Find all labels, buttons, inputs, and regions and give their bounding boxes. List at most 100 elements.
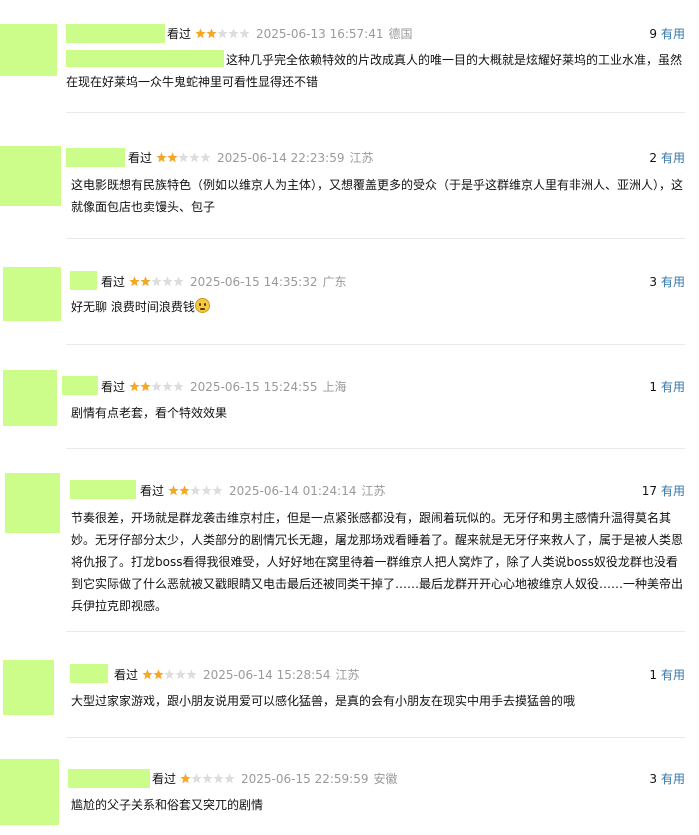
watched-label: 看过 xyxy=(101,275,126,289)
star-icon xyxy=(162,276,173,287)
star-icon xyxy=(168,485,179,496)
avatar[interactable] xyxy=(3,660,54,715)
embarrassed-face-emoji-icon xyxy=(194,298,210,313)
review-meta: 看过 2025-06-14 01:24:14 江苏 xyxy=(140,481,385,500)
username[interactable] xyxy=(66,148,125,167)
star-icon xyxy=(206,28,217,39)
star-icon xyxy=(178,152,189,163)
star-icon xyxy=(191,773,202,784)
star-icon xyxy=(156,152,167,163)
star-icon xyxy=(151,381,162,392)
star-icon xyxy=(173,276,184,287)
useful-button[interactable]: 有用 xyxy=(661,378,685,395)
useful-vote: 3 有用 xyxy=(649,272,685,291)
useful-button[interactable]: 有用 xyxy=(661,770,685,787)
star-icon xyxy=(151,276,162,287)
avatar[interactable] xyxy=(3,267,61,321)
review-meta: 看过 2025-06-13 16:57:41 德国 xyxy=(167,24,412,43)
review-text: 好无聊 浪费时间浪费钱 xyxy=(71,300,195,314)
review-time: 2025-06-14 01:24:14 xyxy=(229,483,357,498)
divider xyxy=(66,112,685,113)
useful-vote: 1 有用 xyxy=(649,377,685,396)
review-location: 德国 xyxy=(388,27,413,41)
review-location: 江苏 xyxy=(349,151,374,165)
review-text: 节奏很差，开场就是群龙袭击维京村庄，但是一点紧张感都没有，跟闹着玩似的。无牙仔和… xyxy=(71,511,684,613)
avatar[interactable] xyxy=(5,473,60,533)
rating-stars xyxy=(129,276,184,287)
rating-stars xyxy=(168,485,223,496)
star-icon xyxy=(228,28,239,39)
useful-count: 3 xyxy=(649,771,657,786)
review-content: 这种几乎完全依赖特效的片改成真人的唯一目的大概就是炫耀好莱坞的工业水准，虽然在现… xyxy=(66,49,686,93)
useful-count: 1 xyxy=(649,379,657,394)
star-icon xyxy=(202,773,213,784)
avatar[interactable] xyxy=(3,370,57,426)
review-time: 2025-06-13 16:57:41 xyxy=(256,26,384,41)
useful-button[interactable]: 有用 xyxy=(661,482,685,499)
star-icon xyxy=(213,773,224,784)
review-location: 安徽 xyxy=(373,772,398,786)
rating-stars xyxy=(180,773,235,784)
review-text: 尴尬的父子关系和俗套又突兀的剧情 xyxy=(71,798,264,812)
star-icon xyxy=(179,485,190,496)
useful-count: 17 xyxy=(641,483,657,498)
useful-button[interactable]: 有用 xyxy=(661,666,685,683)
star-icon xyxy=(189,152,200,163)
useful-vote: 3 有用 xyxy=(649,769,685,788)
star-icon xyxy=(200,152,211,163)
useful-count: 1 xyxy=(649,667,657,682)
username[interactable] xyxy=(70,664,108,683)
watched-label: 看过 xyxy=(140,484,165,498)
review-text: 大型过家家游戏，跟小朋友说用爱可以感化猛兽，是真的会有小朋友在现实中用手去摸猛兽… xyxy=(71,694,576,708)
star-icon xyxy=(142,669,153,680)
review-time: 2025-06-14 15:28:54 xyxy=(203,667,331,682)
star-icon xyxy=(153,669,164,680)
star-icon xyxy=(190,485,201,496)
review-time: 2025-06-15 15:24:55 xyxy=(190,379,318,394)
review-location: 广东 xyxy=(322,275,347,289)
useful-count: 9 xyxy=(649,26,657,41)
star-icon xyxy=(167,152,178,163)
username[interactable] xyxy=(70,480,136,499)
avatar[interactable] xyxy=(0,759,59,825)
star-icon xyxy=(140,381,151,392)
avatar[interactable] xyxy=(0,24,57,76)
divider xyxy=(66,448,685,449)
useful-button[interactable]: 有用 xyxy=(661,25,685,42)
username[interactable] xyxy=(62,376,98,395)
watched-label: 看过 xyxy=(128,151,153,165)
avatar[interactable] xyxy=(0,146,61,206)
watched-label: 看过 xyxy=(152,772,177,786)
star-icon xyxy=(212,485,223,496)
rating-stars xyxy=(156,152,211,163)
rating-stars xyxy=(142,669,197,680)
username[interactable] xyxy=(68,769,150,788)
useful-vote: 17 有用 xyxy=(642,481,685,500)
star-icon xyxy=(129,276,140,287)
star-icon xyxy=(224,773,235,784)
star-icon xyxy=(201,485,212,496)
star-icon xyxy=(129,381,140,392)
star-icon xyxy=(175,669,186,680)
username[interactable] xyxy=(70,271,97,290)
useful-button[interactable]: 有用 xyxy=(661,273,685,290)
useful-vote: 1 有用 xyxy=(649,665,685,684)
review-meta: 看过 2025-06-14 15:28:54 江苏 xyxy=(114,665,359,684)
review-text: 这电影既想有民族特色（例如以维京人为主体），又想覆盖更多的受众（于是乎这群维京人… xyxy=(71,178,684,214)
review-text: 剧情有点老套，看个特效效果 xyxy=(71,406,228,420)
review-meta: 看过 2025-06-15 14:35:32 广东 xyxy=(101,272,346,291)
star-icon xyxy=(164,669,175,680)
review-content: 好无聊 浪费时间浪费钱 xyxy=(71,296,685,318)
highlight-block xyxy=(66,50,224,67)
review-meta: 看过 2025-06-15 22:59:59 安徽 xyxy=(152,769,397,788)
watched-label: 看过 xyxy=(114,668,139,682)
username[interactable] xyxy=(66,24,165,43)
useful-button[interactable]: 有用 xyxy=(661,149,685,166)
divider xyxy=(66,238,685,239)
watched-label: 看过 xyxy=(167,27,192,41)
star-icon xyxy=(239,28,250,39)
star-icon xyxy=(217,28,228,39)
review-meta: 看过 2025-06-15 15:24:55 上海 xyxy=(101,377,346,396)
rating-stars xyxy=(129,381,184,392)
star-icon xyxy=(173,381,184,392)
